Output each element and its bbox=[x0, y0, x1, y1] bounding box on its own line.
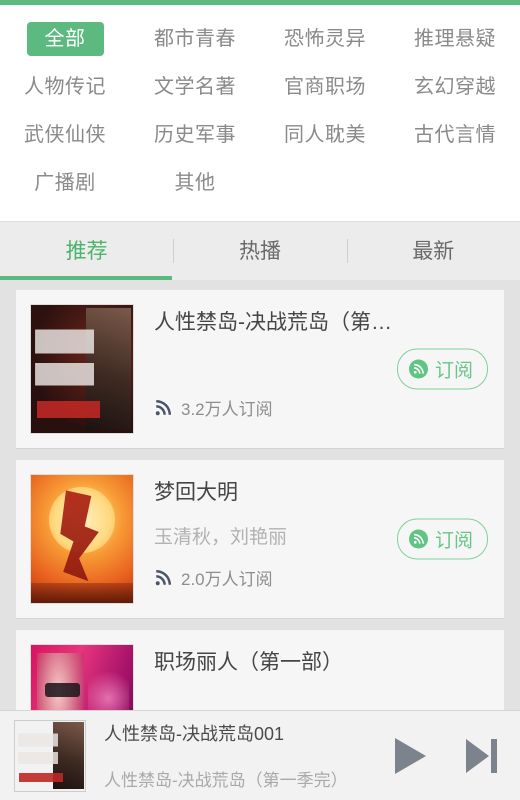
list-item[interactable]: 人性禁岛-决战荒岛（第… 3.2万人订阅 订阅 bbox=[16, 290, 504, 448]
subscriber-count-row: 3.2万人订阅 bbox=[154, 395, 273, 420]
list-item[interactable]: 职场丽人（第一部） bbox=[16, 630, 504, 722]
tab-bar: 推荐 热播 最新 bbox=[0, 222, 520, 280]
category-cell[interactable]: 其他 bbox=[130, 159, 260, 207]
category-cell-empty bbox=[390, 159, 520, 207]
rss-badge-icon bbox=[408, 359, 428, 379]
book-cover-menghui-daming[interactable] bbox=[30, 474, 134, 604]
tab-newest[interactable]: 最新 bbox=[347, 241, 520, 262]
category-cell[interactable]: 官商职场 bbox=[260, 63, 390, 111]
category-row: 广播剧 其他 bbox=[0, 159, 520, 207]
tab-recommend[interactable]: 推荐 bbox=[0, 241, 173, 262]
category-item-guanshangzhichang[interactable]: 官商职场 bbox=[266, 70, 384, 104]
category-row: 人物传记 文学名著 官商职场 玄幻穿越 bbox=[0, 63, 520, 111]
category-cell[interactable]: 玄幻穿越 bbox=[390, 63, 520, 111]
subscriber-count-text: 2.0万人订阅 bbox=[181, 570, 273, 589]
play-icon[interactable] bbox=[392, 736, 428, 776]
player-album-title: 人性禁岛-决战荒岛（第一季完） bbox=[104, 771, 348, 790]
category-item-qita[interactable]: 其他 bbox=[157, 166, 234, 200]
player-bar[interactable]: 人性禁岛-决战荒岛001 人性禁岛-决战荒岛（第一季完） bbox=[0, 710, 520, 800]
player-controls bbox=[382, 736, 498, 776]
subscribe-button[interactable]: 订阅 bbox=[396, 348, 488, 390]
book-list[interactable]: 人性禁岛-决战荒岛（第… 3.2万人订阅 订阅 梦回大明 玉清秋，刘艳丽 2.0… bbox=[0, 280, 520, 722]
next-track-icon[interactable] bbox=[464, 737, 498, 775]
subscribe-button-label: 订阅 bbox=[434, 530, 473, 552]
category-item-lishijunshi[interactable]: 历史军事 bbox=[136, 118, 254, 152]
category-item-tuilixuanyi[interactable]: 推理悬疑 bbox=[396, 22, 514, 56]
book-title: 人性禁岛-决战荒岛（第… bbox=[154, 311, 392, 334]
book-title: 梦回大明 bbox=[154, 481, 238, 504]
subscriber-count-row: 2.0万人订阅 bbox=[154, 565, 273, 590]
category-item-wuxiaxianxia[interactable]: 武侠仙侠 bbox=[6, 118, 124, 152]
subscriber-count-text: 3.2万人订阅 bbox=[181, 400, 273, 419]
category-cell[interactable]: 人物传记 bbox=[0, 63, 130, 111]
tab-active-underline bbox=[0, 276, 172, 280]
category-cell[interactable]: 武侠仙侠 bbox=[0, 111, 130, 159]
category-item-kongbulingyi[interactable]: 恐怖灵异 bbox=[266, 22, 384, 56]
category-item-renwuchuanji[interactable]: 人物传记 bbox=[6, 70, 124, 104]
player-cover-thumbnail[interactable] bbox=[14, 719, 86, 792]
category-cell[interactable]: 都市青春 bbox=[130, 15, 260, 63]
category-cell[interactable]: 同人耽美 bbox=[260, 111, 390, 159]
app-root: 全部 都市青春 恐怖灵异 推理悬疑 人物传记 文学名著 官商职场 玄幻穿越 武侠… bbox=[0, 0, 520, 800]
category-cell[interactable]: 全部 bbox=[0, 15, 130, 63]
category-row: 武侠仙侠 历史军事 同人耽美 古代言情 bbox=[0, 111, 520, 159]
player-text: 人性禁岛-决战荒岛001 人性禁岛-决战荒岛（第一季完） bbox=[86, 720, 382, 791]
rss-icon bbox=[155, 399, 172, 415]
category-cell[interactable]: 推理悬疑 bbox=[390, 15, 520, 63]
category-cell[interactable]: 历史军事 bbox=[130, 111, 260, 159]
subscribe-button-label: 订阅 bbox=[434, 360, 473, 382]
rss-badge-icon bbox=[408, 529, 428, 549]
category-item-gudaiyanqing[interactable]: 古代言情 bbox=[396, 118, 514, 152]
subscribe-button[interactable]: 订阅 bbox=[396, 518, 488, 560]
list-item-meta: 梦回大明 玉清秋，刘艳丽 2.0万人订阅 订阅 bbox=[134, 474, 488, 604]
tab-hot[interactable]: 热播 bbox=[173, 241, 346, 262]
book-title: 职场丽人（第一部） bbox=[154, 651, 343, 674]
category-row: 全部 都市青春 恐怖灵异 推理悬疑 bbox=[0, 15, 520, 63]
category-item-dushiqingchun[interactable]: 都市青春 bbox=[136, 22, 254, 56]
category-cell[interactable]: 恐怖灵异 bbox=[260, 15, 390, 63]
book-cover-renxing-jindao[interactable] bbox=[30, 304, 134, 434]
category-cell[interactable]: 古代言情 bbox=[390, 111, 520, 159]
category-cell[interactable]: 文学名著 bbox=[130, 63, 260, 111]
category-item-xuanhuanchuanyue[interactable]: 玄幻穿越 bbox=[396, 70, 514, 104]
category-item-tongrendanmei[interactable]: 同人耽美 bbox=[266, 118, 384, 152]
category-item-guangboju[interactable]: 广播剧 bbox=[16, 166, 114, 200]
rss-icon bbox=[155, 569, 172, 585]
list-item-meta: 人性禁岛-决战荒岛（第… 3.2万人订阅 订阅 bbox=[134, 304, 488, 434]
category-item-wenxuemingzhu[interactable]: 文学名著 bbox=[136, 70, 254, 104]
category-cell[interactable]: 广播剧 bbox=[0, 159, 130, 207]
category-panel: 全部 都市青春 恐怖灵异 推理悬疑 人物传记 文学名著 官商职场 玄幻穿越 武侠… bbox=[0, 5, 520, 222]
category-cell-empty bbox=[260, 159, 390, 207]
category-item-quanbu[interactable]: 全部 bbox=[26, 22, 104, 56]
player-track-title: 人性禁岛-决战荒岛001 bbox=[104, 724, 285, 744]
list-item[interactable]: 梦回大明 玉清秋，刘艳丽 2.0万人订阅 订阅 bbox=[16, 460, 504, 618]
